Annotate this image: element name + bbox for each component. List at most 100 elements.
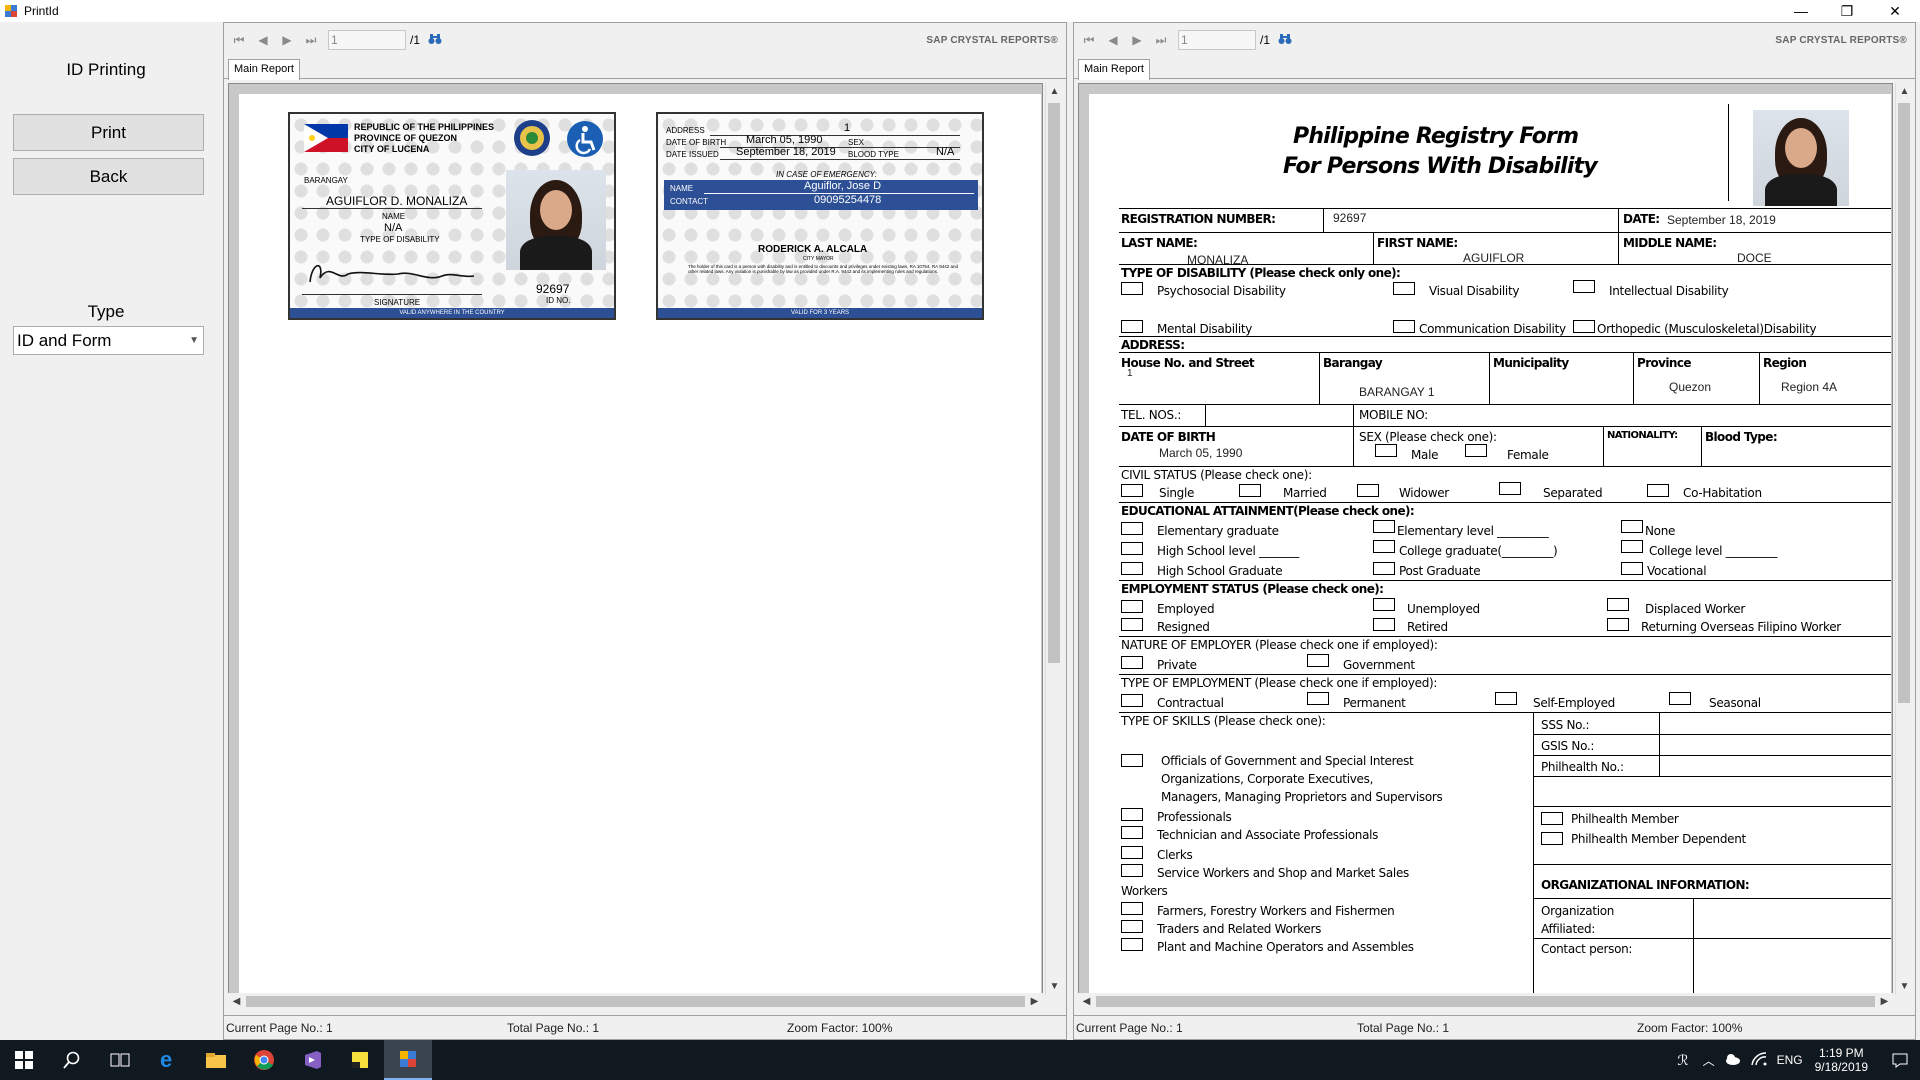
checkbox-skill-technicians[interactable] [1121, 826, 1143, 839]
scroll-up-icon[interactable]: ▲ [1046, 83, 1063, 100]
prev-page-icon[interactable]: ◀ [1104, 31, 1122, 49]
maximize-button[interactable]: ❐ [1824, 0, 1870, 22]
file-explorer-icon[interactable] [192, 1040, 240, 1080]
checkbox-philhealth-member[interactable] [1541, 812, 1563, 825]
print-button[interactable]: Print [13, 114, 204, 151]
horizontal-scrollbar[interactable]: ◀ ▶ [1078, 993, 1893, 1010]
checkbox-skill-traders[interactable] [1121, 920, 1143, 933]
checkbox-displaced[interactable] [1607, 598, 1629, 611]
scroll-right-icon[interactable]: ▶ [1026, 993, 1043, 1010]
clock[interactable]: 1:19 PM 9/18/2019 [1815, 1046, 1868, 1074]
checkbox-skill-clerks[interactable] [1121, 846, 1143, 859]
back-button[interactable]: Back [13, 158, 204, 195]
search-icon[interactable] [48, 1040, 96, 1080]
checkbox-unemployed[interactable] [1373, 598, 1395, 611]
task-view-icon[interactable] [96, 1040, 144, 1080]
checkbox-hs-level[interactable] [1121, 542, 1143, 555]
people-icon[interactable]: ℛ [1677, 1052, 1688, 1069]
search-binoculars-icon[interactable] [428, 33, 442, 48]
checkbox-visual[interactable] [1393, 282, 1415, 295]
chevron-up-icon[interactable]: ︿ [1703, 1052, 1715, 1069]
checkbox-mental[interactable] [1121, 320, 1143, 333]
report-canvas: REPUBLIC OF THE PHILIPPINES PROVINCE OF … [228, 83, 1043, 995]
vertical-scrollbar[interactable]: ▲ ▼ [1045, 83, 1062, 995]
network-icon[interactable] [1750, 1051, 1767, 1069]
horizontal-scrollbar[interactable]: ◀ ▶ [228, 993, 1043, 1010]
tab-main-report[interactable]: Main Report [228, 59, 300, 80]
scroll-left-icon[interactable]: ◀ [228, 993, 245, 1010]
checkbox-skill-service[interactable] [1121, 864, 1143, 877]
checkbox-communication[interactable] [1393, 320, 1415, 333]
scroll-down-icon[interactable]: ▼ [1896, 978, 1913, 995]
checkbox-employed[interactable] [1121, 600, 1143, 613]
next-page-icon[interactable]: ▶ [1128, 31, 1146, 49]
checkbox-widower[interactable] [1357, 484, 1379, 497]
checkbox-college-level[interactable] [1621, 540, 1643, 553]
checkbox-post-grad[interactable] [1373, 562, 1395, 575]
windows-start-icon[interactable] [0, 1040, 48, 1080]
close-button[interactable]: ✕ [1872, 0, 1918, 22]
checkbox-male[interactable] [1375, 444, 1397, 457]
checkbox-vocational[interactable] [1621, 562, 1643, 575]
option-orthopedic: Orthopedic (Musculoskeletal)Disability [1597, 322, 1817, 336]
search-binoculars-icon[interactable] [1278, 33, 1292, 48]
checkbox-contractual[interactable] [1121, 694, 1143, 707]
scroll-down-icon[interactable]: ▼ [1046, 978, 1063, 995]
checkbox-ofw[interactable] [1607, 618, 1629, 631]
last-page-icon[interactable]: ⏭ [1152, 31, 1170, 49]
prev-page-icon[interactable]: ◀ [254, 31, 272, 49]
chrome-icon[interactable] [240, 1040, 288, 1080]
checkbox-self-employed[interactable] [1495, 692, 1517, 705]
checkbox-skill-professionals[interactable] [1121, 808, 1143, 821]
checkbox-hs-grad[interactable] [1121, 562, 1143, 575]
first-page-icon[interactable]: ⏮ [1080, 31, 1098, 49]
tab-main-report[interactable]: Main Report [1078, 59, 1150, 80]
checkbox-single[interactable] [1121, 484, 1143, 497]
edge-browser-icon[interactable]: e [144, 1040, 192, 1080]
checkbox-college-grad[interactable] [1373, 540, 1395, 553]
notifications-icon[interactable] [1880, 1052, 1920, 1068]
checkbox-resigned[interactable] [1121, 618, 1143, 631]
checkbox-seasonal[interactable] [1669, 692, 1691, 705]
vertical-scrollbar[interactable]: ▲ ▼ [1895, 83, 1912, 995]
checkbox-elem-level[interactable] [1373, 520, 1395, 533]
onedrive-cloud-icon[interactable] [1725, 1053, 1741, 1068]
printid-app-icon[interactable] [384, 1040, 432, 1080]
scroll-thumb[interactable] [1898, 103, 1910, 703]
checkbox-skill-operators[interactable] [1121, 938, 1143, 951]
checkbox-private[interactable] [1121, 656, 1143, 669]
minimize-button[interactable]: — [1778, 0, 1824, 22]
checkbox-elem-grad[interactable] [1121, 522, 1143, 535]
visual-studio-icon[interactable] [288, 1040, 336, 1080]
hscroll-thumb[interactable] [246, 996, 1025, 1007]
hscroll-thumb[interactable] [1096, 996, 1875, 1007]
sticky-notes-icon[interactable] [336, 1040, 384, 1080]
language-indicator[interactable]: ENG [1777, 1053, 1803, 1067]
checkbox-philhealth-dependent[interactable] [1541, 832, 1563, 845]
id-card-front: REPUBLIC OF THE PHILIPPINES PROVINCE OF … [288, 112, 616, 320]
page-number-input[interactable]: 1 [328, 30, 406, 50]
checkbox-government[interactable] [1307, 654, 1329, 667]
scroll-thumb[interactable] [1048, 103, 1060, 663]
scroll-up-icon[interactable]: ▲ [1896, 83, 1913, 100]
first-page-icon[interactable]: ⏮ [230, 31, 248, 49]
checkbox-separated[interactable] [1499, 482, 1521, 495]
checkbox-permanent[interactable] [1307, 692, 1329, 705]
option-psychosocial: Psychosocial Disability [1157, 284, 1286, 298]
checkbox-psychosocial[interactable] [1121, 282, 1143, 295]
last-page-icon[interactable]: ⏭ [302, 31, 320, 49]
checkbox-retired[interactable] [1373, 618, 1395, 631]
scroll-right-icon[interactable]: ▶ [1876, 993, 1893, 1010]
checkbox-skill-officials[interactable] [1121, 754, 1143, 767]
page-number-input[interactable]: 1 [1178, 30, 1256, 50]
checkbox-married[interactable] [1239, 484, 1261, 497]
next-page-icon[interactable]: ▶ [278, 31, 296, 49]
checkbox-none[interactable] [1621, 520, 1643, 533]
checkbox-orthopedic[interactable] [1573, 320, 1595, 333]
checkbox-skill-farmers[interactable] [1121, 902, 1143, 915]
type-select[interactable]: ID and Form ▼ [13, 326, 204, 355]
checkbox-female[interactable] [1465, 444, 1487, 457]
checkbox-intellectual[interactable] [1573, 280, 1595, 293]
scroll-left-icon[interactable]: ◀ [1078, 993, 1095, 1010]
checkbox-cohabitation[interactable] [1647, 484, 1669, 497]
